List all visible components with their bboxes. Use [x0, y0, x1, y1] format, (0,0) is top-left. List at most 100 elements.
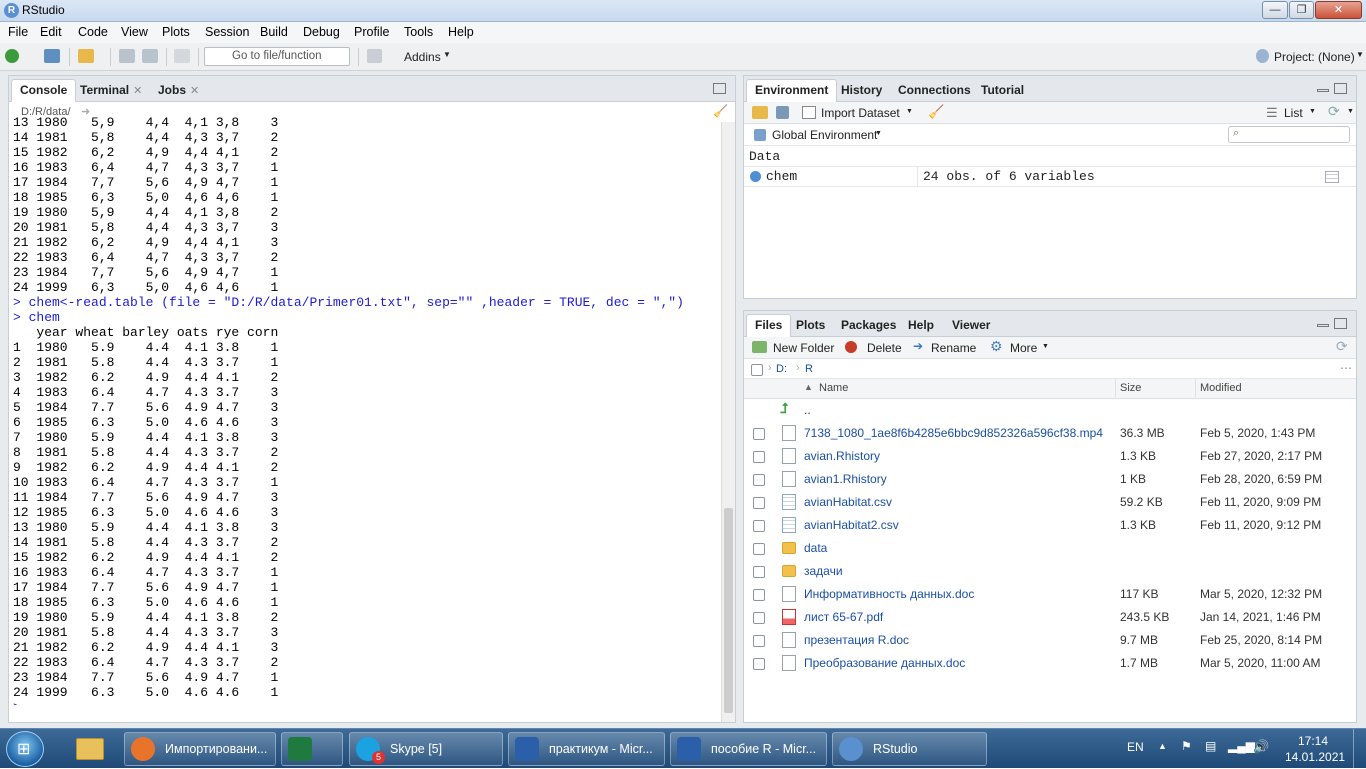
- menu-edit[interactable]: Edit: [40, 25, 62, 39]
- taskbar-button[interactable]: [281, 732, 343, 766]
- volume-icon[interactable]: 🔊: [1253, 739, 1269, 755]
- file-row[interactable]: data: [744, 537, 1354, 560]
- menu-help[interactable]: Help: [448, 25, 474, 39]
- file-name-link[interactable]: 7138_1080_1ae8f6b4285e6bbc9d852326a596cf…: [804, 426, 1103, 440]
- file-name-link[interactable]: Преобразование данных.doc: [804, 656, 965, 670]
- maximize-pane-icon[interactable]: [713, 83, 726, 94]
- tab-terminal[interactable]: Terminal ✕: [71, 79, 151, 102]
- console-scrollbar[interactable]: [721, 122, 735, 722]
- new-folder-button[interactable]: New Folder: [773, 341, 834, 355]
- close-icon[interactable]: ✕: [190, 85, 199, 97]
- file-checkbox[interactable]: [753, 520, 765, 532]
- list-view-selector[interactable]: List: [1284, 106, 1303, 120]
- taskbar-button[interactable]: практикум - Micr...: [508, 732, 665, 766]
- breadcrumb-drive[interactable]: D:: [776, 363, 787, 375]
- minimize-pane-icon[interactable]: [1317, 324, 1329, 327]
- file-checkbox[interactable]: [753, 497, 765, 509]
- menu-profile[interactable]: Profile: [354, 25, 389, 39]
- file-name-link[interactable]: лист 65-67.pdf: [804, 610, 883, 624]
- tab-help[interactable]: Help: [899, 314, 943, 337]
- more-options-icon[interactable]: ⋯: [1340, 361, 1352, 375]
- view-data-icon[interactable]: [1325, 171, 1339, 183]
- console-output[interactable]: 13 1980 5,9 4,4 4,1 3,8 3 14 1981 5,8 4,4…: [13, 115, 725, 705]
- maximize-pane-icon[interactable]: [1334, 318, 1347, 329]
- file-checkbox[interactable]: [753, 474, 765, 486]
- menu-debug[interactable]: Debug: [303, 25, 340, 39]
- parent-directory-link[interactable]: ..: [804, 403, 811, 417]
- global-environment-selector[interactable]: Global Environment: [772, 128, 877, 142]
- file-name-link[interactable]: презентация R.doc: [804, 633, 909, 647]
- clock-date[interactable]: 14.01.2021: [1285, 750, 1345, 764]
- file-checkbox[interactable]: [753, 428, 765, 440]
- tab-jobs[interactable]: Jobs ✕: [149, 79, 208, 102]
- network-icon[interactable]: ▤: [1205, 739, 1216, 753]
- save-workspace-icon[interactable]: [776, 106, 789, 119]
- menu-view[interactable]: View: [121, 25, 148, 39]
- maximize-button[interactable]: ❐: [1289, 1, 1314, 19]
- file-name-link[interactable]: avianHabitat2.csv: [804, 518, 899, 532]
- file-row[interactable]: задачи: [744, 560, 1354, 583]
- column-name[interactable]: Name: [819, 382, 848, 394]
- file-checkbox[interactable]: [753, 566, 765, 578]
- save-all-icon[interactable]: [142, 49, 158, 63]
- tab-files[interactable]: Files: [746, 314, 792, 337]
- taskbar-button[interactable]: RStudio: [832, 732, 987, 766]
- file-checkbox[interactable]: [753, 635, 765, 647]
- parent-directory-row[interactable]: ⮥ ..: [744, 399, 1354, 422]
- file-name-link[interactable]: avian1.Rhistory: [804, 472, 887, 486]
- refresh-icon[interactable]: ⟳: [1328, 103, 1340, 120]
- menu-code[interactable]: Code: [78, 25, 108, 39]
- tab-plots[interactable]: Plots: [787, 314, 834, 337]
- menu-session[interactable]: Session: [205, 25, 249, 39]
- show-hidden-icons-icon[interactable]: ▲: [1158, 741, 1167, 751]
- file-name-link[interactable]: data: [804, 541, 827, 555]
- file-row[interactable]: лист 65-67.pdf 243.5 KB Jan 14, 2021, 1:46…: [744, 606, 1354, 629]
- environment-row[interactable]: chem 24 obs. of 6 variables: [744, 167, 1356, 187]
- expand-object-icon[interactable]: [750, 171, 761, 182]
- more-button[interactable]: More: [1010, 341, 1037, 355]
- tab-packages[interactable]: Packages: [832, 314, 905, 337]
- file-name-link[interactable]: задачи: [804, 564, 843, 578]
- menu-plots[interactable]: Plots: [162, 25, 190, 39]
- file-checkbox[interactable]: [753, 543, 765, 555]
- language-indicator[interactable]: EN: [1127, 740, 1144, 754]
- tab-tutorial[interactable]: Tutorial: [972, 79, 1033, 102]
- tab-viewer[interactable]: Viewer: [943, 314, 999, 337]
- minimize-button[interactable]: —: [1262, 1, 1288, 19]
- taskbar-button[interactable]: пособие R - Micr...: [670, 732, 827, 766]
- workspace-panes-icon[interactable]: [367, 49, 382, 63]
- go-to-file-input[interactable]: Go to file/function: [204, 47, 350, 66]
- show-desktop-button[interactable]: [1353, 729, 1366, 769]
- open-file-icon[interactable]: [78, 49, 94, 63]
- close-icon[interactable]: ✕: [133, 85, 142, 97]
- file-row[interactable]: avianHabitat2.csv 1.3 KB Feb 11, 2020, 9:1…: [744, 514, 1354, 537]
- file-row[interactable]: Информативность данных.doc 117 KB Mar 5, 2…: [744, 583, 1354, 606]
- select-all-checkbox[interactable]: [751, 364, 763, 376]
- maximize-pane-icon[interactable]: [1334, 83, 1347, 94]
- column-modified[interactable]: Modified: [1200, 382, 1242, 394]
- rename-button[interactable]: Rename: [931, 341, 976, 355]
- tab-connections[interactable]: Connections: [889, 79, 980, 102]
- tab-environment[interactable]: Environment: [746, 79, 838, 102]
- file-checkbox[interactable]: [753, 658, 765, 670]
- console-scroll-thumb[interactable]: [724, 508, 733, 713]
- save-icon[interactable]: [119, 49, 135, 63]
- file-checkbox[interactable]: [753, 451, 765, 463]
- file-row[interactable]: avian1.Rhistory 1 KB Feb 28, 2020, 6:59 PM: [744, 468, 1354, 491]
- tab-history[interactable]: History: [832, 79, 891, 102]
- taskbar-button[interactable]: Импортировани...: [124, 732, 276, 766]
- action-center-icon[interactable]: ⚑: [1181, 739, 1192, 753]
- menu-tools[interactable]: Tools: [404, 25, 433, 39]
- project-selector[interactable]: Project: (None): [1274, 50, 1355, 64]
- menu-file[interactable]: File: [8, 25, 28, 39]
- minimize-pane-icon[interactable]: [1317, 89, 1329, 92]
- taskbar-button[interactable]: 5 Skype [5]: [349, 732, 503, 766]
- clear-objects-icon[interactable]: 🧹: [928, 104, 944, 120]
- file-name-link[interactable]: avianHabitat.csv: [804, 495, 892, 509]
- clock-time[interactable]: 17:14: [1298, 734, 1328, 748]
- menu-build[interactable]: Build: [260, 25, 288, 39]
- refresh-icon[interactable]: ⟳: [1336, 338, 1348, 355]
- explorer-icon[interactable]: [68, 733, 112, 765]
- new-project-icon[interactable]: [44, 49, 60, 63]
- addins-menu[interactable]: Addins: [404, 50, 441, 64]
